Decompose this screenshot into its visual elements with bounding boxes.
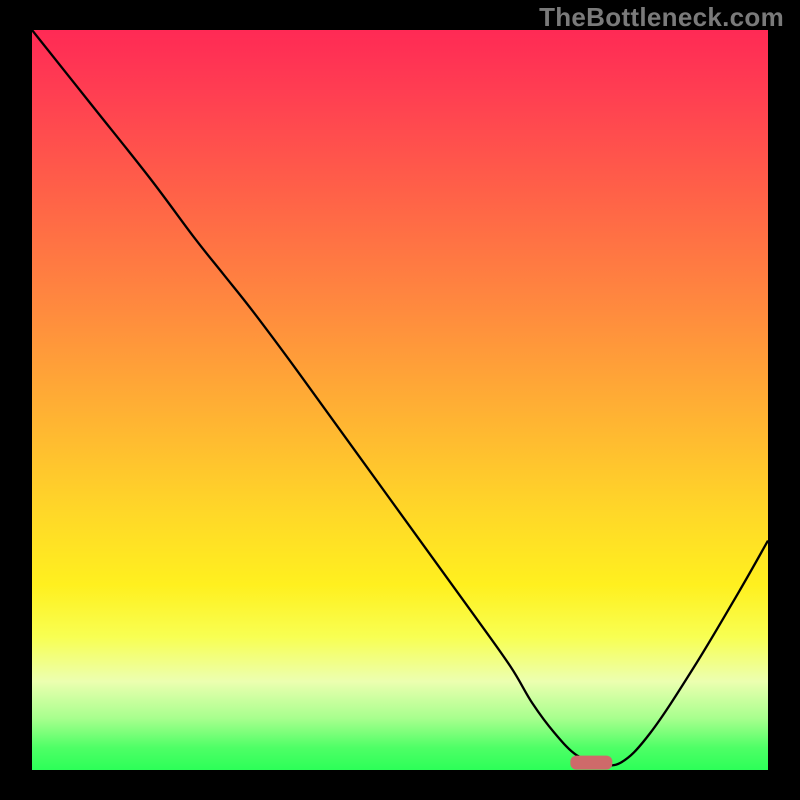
optimum-marker	[570, 756, 612, 770]
chart-container: TheBottleneck.com	[0, 0, 800, 800]
plot-area	[32, 30, 768, 770]
bottleneck-curve	[32, 30, 768, 765]
chart-overlay	[32, 30, 768, 770]
watermark-label: TheBottleneck.com	[539, 2, 784, 33]
